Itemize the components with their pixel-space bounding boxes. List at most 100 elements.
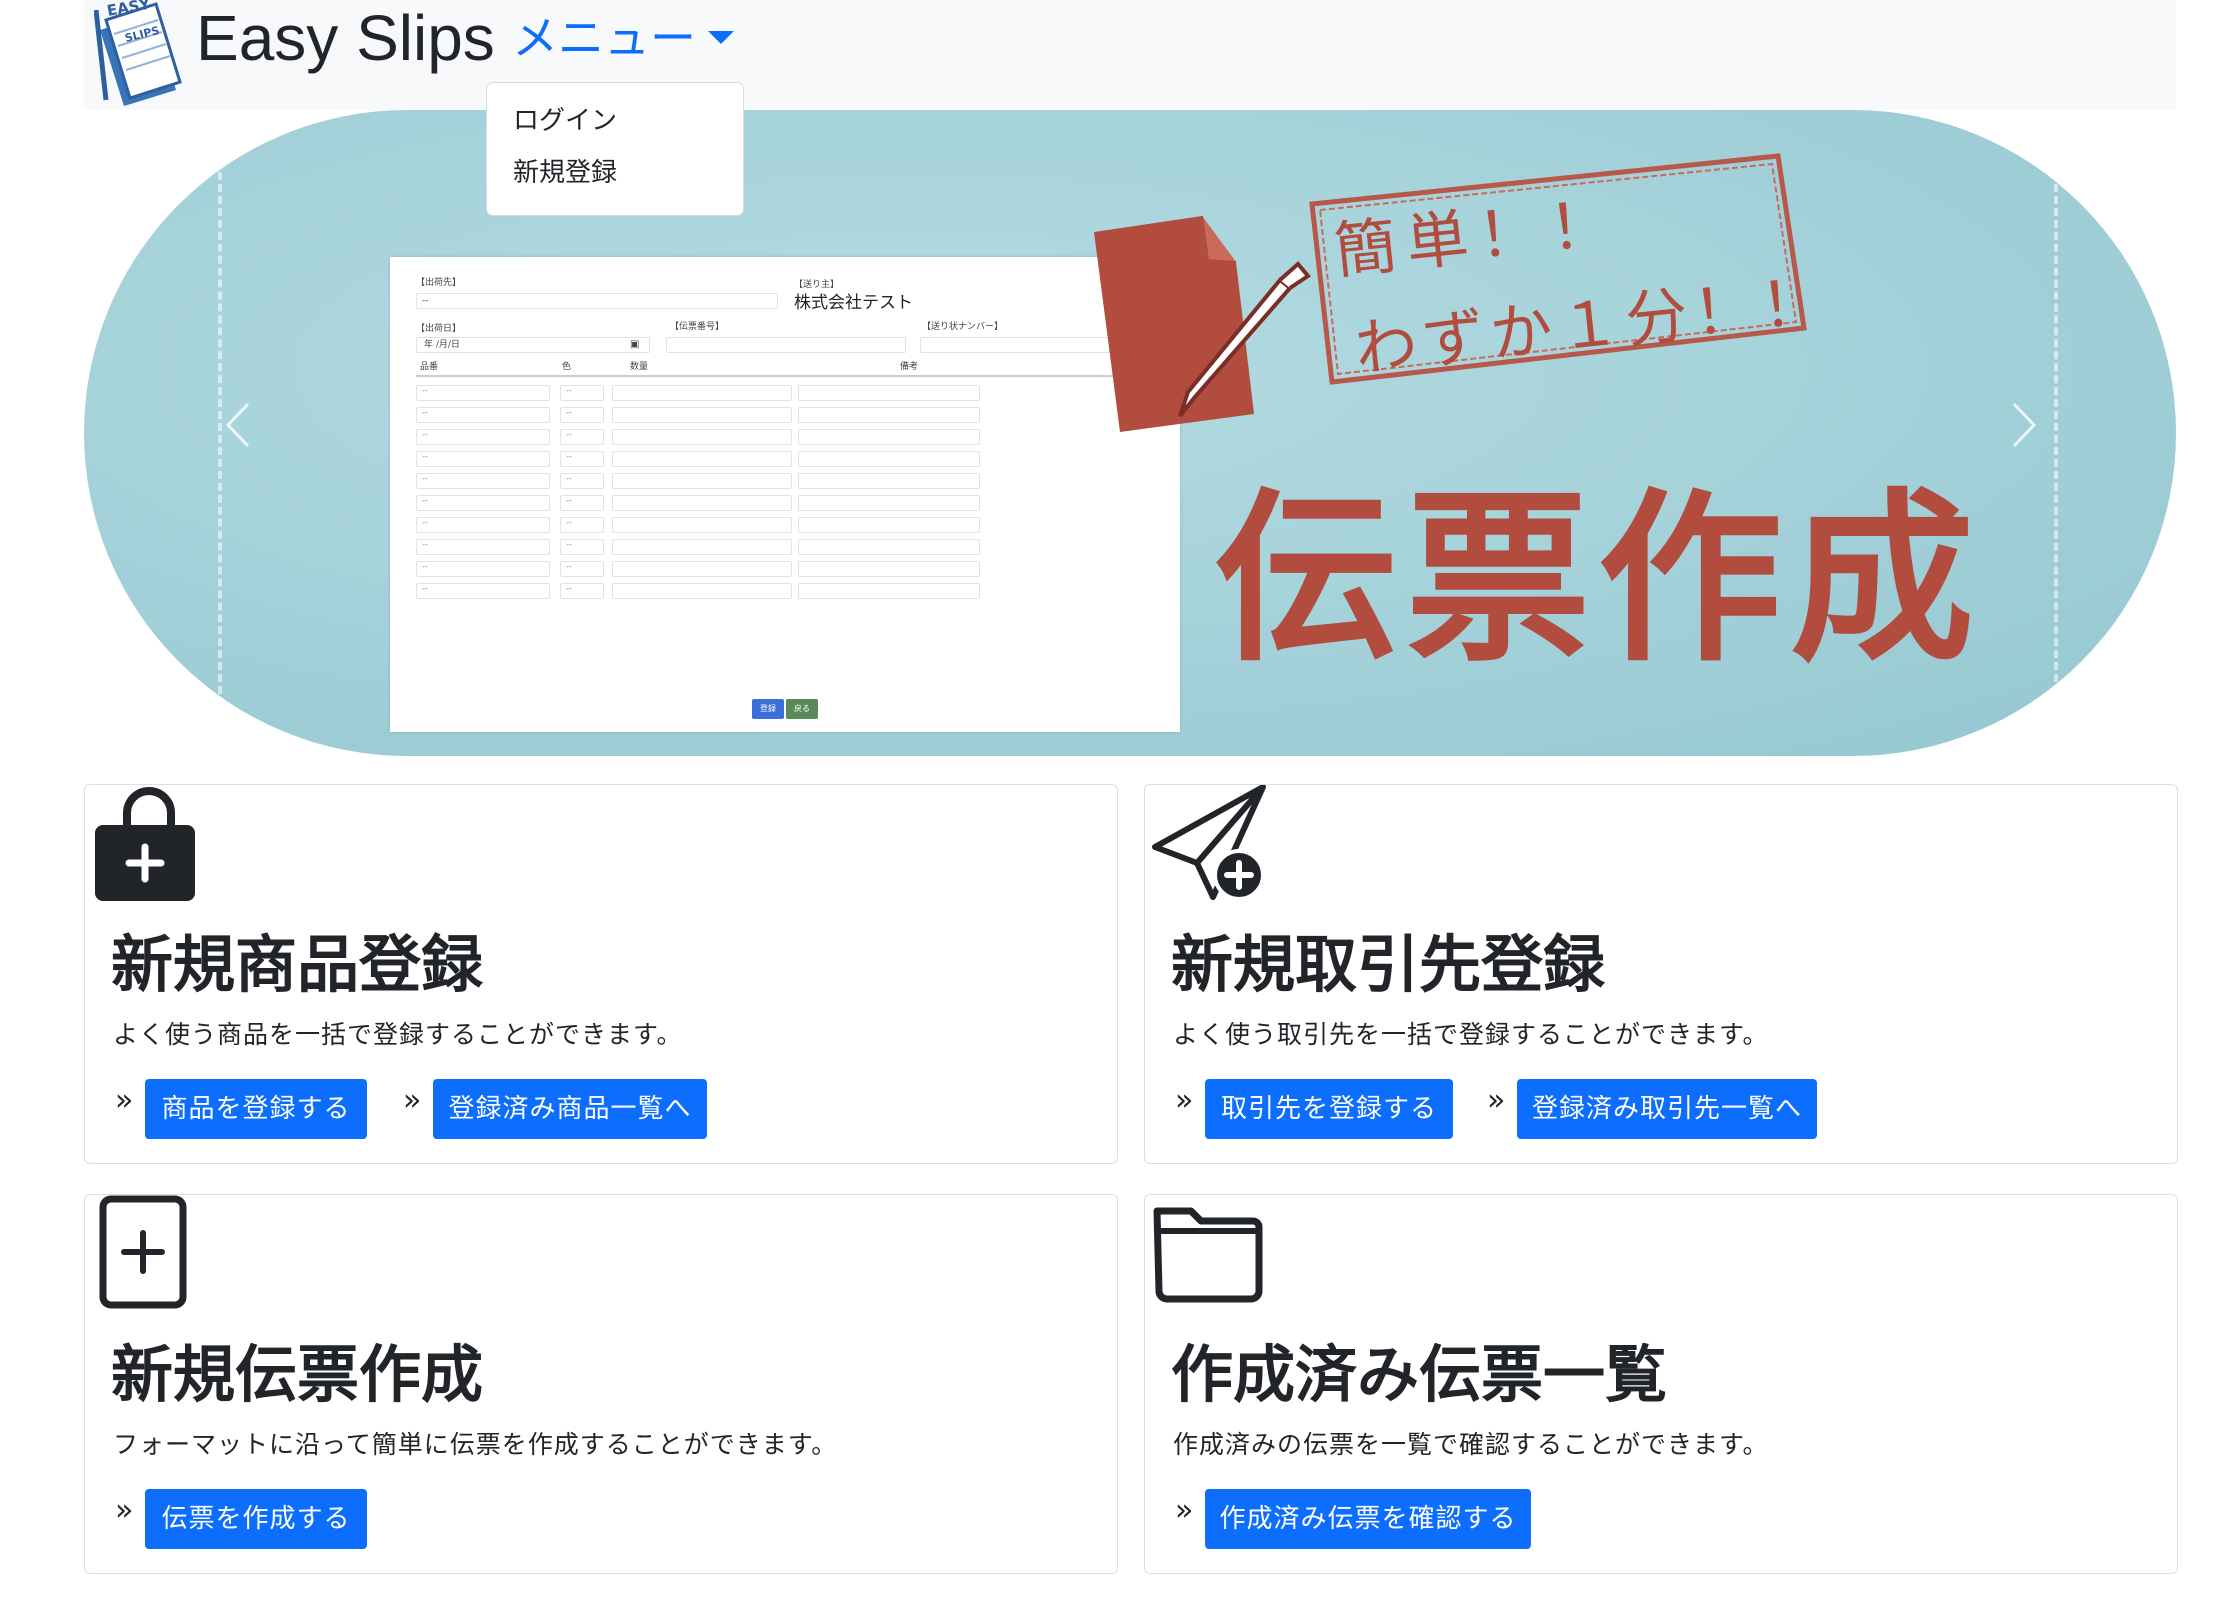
mock-cell [612,539,792,555]
mock-dash: -- [422,386,428,395]
mock-dash: -- [422,452,428,461]
carousel-next-icon[interactable] [2010,400,2038,450]
mock-label: 【伝票番号】 [670,322,725,332]
card-new-client: 新規取引先登録 よく使う取引先を一括で登録することができます。 » 取引先を登録… [1144,784,2178,1164]
mock-dash: -- [566,386,572,395]
chevron-double-right-icon: » [1487,1083,1506,1118]
mock-dash: -- [566,474,572,483]
register-product-button[interactable]: 商品を登録する [145,1079,367,1139]
mock-cell [798,429,980,445]
hero-carousel: 【出荷先】 -- 【送り主】 株式会社テスト 【出荷日】 年 /月/日 ▣ 【伝… [84,110,2176,756]
mock-cell [416,451,550,467]
mock-cell [416,429,550,445]
mock-col-header: 色 [562,362,572,372]
mock-table-row: -- -- [416,403,1164,425]
mock-label: 【送り状ナンバー】 [922,322,1004,332]
mock-cell [416,385,550,401]
mock-dash: -- [566,562,572,571]
mock-field [416,293,778,309]
mock-dash: -- [422,584,428,593]
mock-divider [416,375,1164,377]
menu-item-signup[interactable]: 新規登録 [513,155,617,191]
mock-label: 【出荷先】 [416,278,462,288]
view-slips-button[interactable]: 作成済み伝票を確認する [1205,1489,1531,1549]
mock-table-row: -- -- [416,513,1164,535]
mock-cell [416,561,550,577]
mock-dash: -- [566,540,572,549]
chevron-double-right-icon: » [1175,1493,1194,1528]
mock-cell [612,495,792,511]
mock-cell [612,407,792,423]
mock-cell [416,517,550,533]
mock-field [666,337,906,353]
mock-cell [798,385,980,401]
mock-cell [798,451,980,467]
mock-cell [612,385,792,401]
menu-item-login[interactable]: ログイン [513,103,617,139]
mock-cell [416,473,550,489]
mock-back-button: 戻る [786,699,818,719]
mock-table-row: -- -- [416,535,1164,557]
mock-dash: -- [422,408,428,417]
mock-dash: -- [566,408,572,417]
register-client-button[interactable]: 取引先を登録する [1205,1079,1453,1139]
mock-cell [798,539,980,555]
mock-dash: -- [566,584,572,593]
mock-col-header: 備考 [900,362,919,372]
mock-dash: -- [566,452,572,461]
mock-cell [416,495,550,511]
mock-table-row: -- -- [416,447,1164,469]
carousel-prev-icon[interactable] [224,400,252,450]
card-description: 作成済みの伝票を一覧で確認することができます。 [1173,1430,1769,1459]
mock-cell [416,539,550,555]
mock-dash: -- [566,430,572,439]
mock-cell [798,473,980,489]
caret-down-icon [708,31,734,44]
chevron-double-right-icon: » [115,1083,134,1118]
menu-dropdown-toggle[interactable]: メニュー [512,8,734,68]
chevron-double-right-icon: » [403,1083,422,1118]
mock-cell [612,451,792,467]
card-title: 新規取引先登録 [1171,928,1606,1001]
chevron-double-right-icon: » [115,1493,134,1528]
mock-cell [798,583,980,599]
card-new-product: 新規商品登録 よく使う商品を一括で登録することができます。 » 商品を登録する … [84,784,1118,1164]
mock-register-button: 登録 [752,699,784,719]
mock-dash: -- [422,296,429,306]
card-title: 新規商品登録 [111,928,484,1001]
mock-table-row: -- -- [416,491,1164,513]
card-description: フォーマットに沿って簡単に伝票を作成することができます。 [113,1430,838,1459]
client-list-button[interactable]: 登録済み取引先一覧へ [1517,1079,1817,1139]
brand-name[interactable]: Easy Slips [196,2,495,74]
menu-dropdown: ログイン 新規登録 [486,82,744,216]
card-description: よく使う商品を一括で登録することができます。 [113,1020,683,1049]
mock-cell [612,429,792,445]
mock-dash: -- [566,496,572,505]
mock-table-row: -- -- [416,425,1164,447]
mock-label: 【出荷日】 [416,324,462,334]
mock-cell [416,407,550,423]
file-plus-icon [99,1195,215,1311]
folder-icon [1151,1195,1267,1311]
product-list-button[interactable]: 登録済み商品一覧へ [433,1079,707,1139]
card-title: 新規伝票作成 [111,1338,484,1411]
mock-cell [612,517,792,533]
menu-label: メニュー [512,11,696,65]
mock-table-row: -- -- [416,557,1164,579]
mock-dash: -- [422,540,428,549]
mock-table-row: -- -- [416,381,1164,403]
mock-dash: -- [422,518,428,527]
card-description: よく使う取引先を一括で登録することができます。 [1173,1020,1769,1049]
mock-col-header: 数量 [630,362,649,372]
chevron-double-right-icon: » [1175,1083,1194,1118]
easy-slips-logo[interactable]: EASY SLIPS [93,0,190,108]
document-pencil-icon [1084,202,1314,432]
mock-col-header: 品番 [420,362,439,372]
slip-form-preview-image: 【出荷先】 -- 【送り主】 株式会社テスト 【出荷日】 年 /月/日 ▣ 【伝… [390,257,1180,732]
create-slip-button[interactable]: 伝票を作成する [145,1489,367,1549]
mock-cell [798,407,980,423]
mock-dash: -- [422,562,428,571]
calendar-icon: ▣ [630,339,640,350]
promo-stamp: 簡単！！ わずか１分！！ [1304,150,1832,390]
mock-cell [612,583,792,599]
